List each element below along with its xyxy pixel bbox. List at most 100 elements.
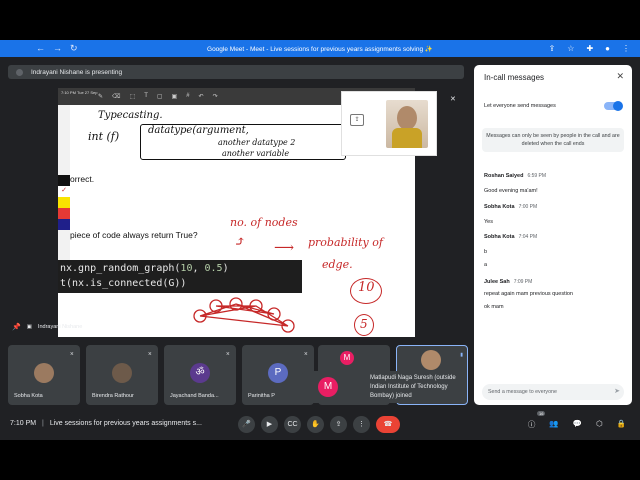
chat-message: Sobha Kota 7:00 PM Yes <box>484 195 624 225</box>
participant-name: Parinitha P <box>248 393 275 399</box>
present-screen-icon[interactable]: ▣ <box>27 324 32 330</box>
eraser-icon: ⌫ <box>112 94 121 100</box>
ink-typecasting: Typecasting. <box>98 110 163 121</box>
chat-notice: Messages can only be seen by people in t… <box>482 128 624 152</box>
back-icon[interactable]: ← <box>36 43 45 54</box>
message-text: ok mam <box>484 304 504 310</box>
people-icon[interactable]: 👥 <box>549 419 558 430</box>
more-options-icon[interactable]: ⋮ <box>353 416 370 433</box>
menu-icon[interactable]: ⋮ <box>622 44 630 53</box>
avatar <box>34 363 54 383</box>
participant-name: Birendra Rathour <box>92 393 134 399</box>
avatar: P <box>268 363 288 383</box>
captions-icon[interactable]: CC <box>284 416 301 433</box>
swatch-yellow <box>58 197 70 208</box>
join-notification: M Matlapudi Naga Suresh (outside Indian … <box>302 371 464 403</box>
undo-icon: ↶ <box>198 94 204 100</box>
join-text: Matlapudi Naga Suresh (outside Indian In… <box>370 375 456 399</box>
participant-name: Jayachand Banda... <box>170 393 219 399</box>
text-icon: T <box>144 93 148 99</box>
mic-off-icon: ⨯ <box>147 351 152 357</box>
redo-icon: ↷ <box>212 94 218 100</box>
code-block: nx.gnp_random_graph(10, 0.5) t(nx.is_con… <box>58 260 302 293</box>
participant-tile[interactable]: ⨯ Birendra Rathour <box>86 345 158 405</box>
avatar: M <box>340 351 354 365</box>
code-line-1: nx.gnp_random_graph(10, 0.5) <box>60 263 229 274</box>
avatar: ॐ <box>190 363 210 383</box>
mic-icon[interactable]: 🎤 <box>238 416 255 433</box>
ink-another-2: another variable <box>222 149 290 158</box>
message-text: b <box>484 249 488 255</box>
audio-icon: ▮ <box>460 352 463 358</box>
activities-icon[interactable]: ⬡ <box>596 419 603 430</box>
chat-input[interactable]: Send a message to everyone <box>482 384 624 400</box>
raise-hand-icon[interactable]: ✋ <box>307 416 324 433</box>
avatar <box>421 350 441 370</box>
browser-nav: ← → ↻ <box>36 43 78 54</box>
sender-name: Julee Sah <box>484 279 510 285</box>
present-icon[interactable]: ⇪ <box>350 114 364 126</box>
ink-another-1: another datatype 2 <box>218 138 296 147</box>
bookmark-icon[interactable]: ☆ <box>567 44 574 53</box>
separator: | <box>42 420 44 427</box>
participant-tile[interactable]: ॐ ⨯ Jayachand Banda... <box>164 345 236 405</box>
whiteboard-time: 7:10 PM Tue 27 Sep <box>61 90 98 95</box>
mic-off-icon: ⨯ <box>303 351 308 357</box>
allow-messages-label: Let everyone send messages <box>484 103 556 109</box>
ink-graph-drawing <box>193 297 295 333</box>
pin-icon[interactable]: 📌 <box>12 323 21 331</box>
send-icon[interactable]: ➤ <box>614 387 620 395</box>
ink-edge: edge. <box>322 258 353 271</box>
forward-icon[interactable]: → <box>53 43 62 54</box>
meet-area: Indrayani Nishane is presenting 7:10 PM … <box>0 57 640 440</box>
info-icon[interactable]: ⓘ <box>528 419 536 430</box>
mic-off-icon: ⨯ <box>225 351 230 357</box>
presenting-text: Indrayani Nishane is presenting <box>31 68 123 76</box>
chat-title: In-call messages <box>484 73 545 82</box>
chat-icon[interactable]: 💬 <box>573 419 582 430</box>
message-time: 6:59 PM <box>527 173 547 179</box>
sender-name: Sobha Kota <box>484 204 515 210</box>
participant-name: Sobha Kota <box>14 393 43 399</box>
allow-messages-toggle[interactable] <box>604 101 623 111</box>
end-call-button[interactable]: ☎ <box>376 416 400 433</box>
extensions-icon[interactable]: ✚ <box>586 44 593 53</box>
reload-icon[interactable]: ↻ <box>70 43 78 54</box>
share-icon[interactable]: ⇪ <box>549 44 556 53</box>
select-icon: ⬚ <box>129 94 136 100</box>
ink-int: int (f) <box>88 130 120 143</box>
message-time: 7:04 PM <box>518 234 538 240</box>
chat-message: Sobha Kota 7:04 PM b a <box>484 225 624 268</box>
meeting-title: Live sessions for previous years assignm… <box>49 420 202 427</box>
host-controls-icon[interactable]: 🔒 <box>617 419 626 430</box>
ink-five: 5 <box>360 317 368 331</box>
ink-probability: probability of <box>308 236 383 249</box>
tab-title: Google Meet - Meet - Live sessions for p… <box>207 45 433 53</box>
color-palette: ✓ <box>58 105 70 275</box>
ink-nodes: no. of nodes <box>230 216 298 229</box>
profile-icon[interactable]: ● <box>605 44 610 53</box>
swatch-black <box>58 175 70 186</box>
swatch-selected: ✓ <box>58 186 70 197</box>
presenting-banner: Indrayani Nishane is presenting <box>8 65 464 79</box>
participant-tile[interactable]: ⨯ Sobha Kota <box>8 345 80 405</box>
chat-message: Julee Sah 7:09 PM repeat again mam previo… <box>484 270 624 310</box>
ink-arrow-1: ⤴ <box>234 234 246 250</box>
message-text: repeat again mam previous question <box>484 291 573 297</box>
people-count-badge: 16 <box>537 411 546 416</box>
chat-message: Roshan Saiyed 6:59 PM Good evening ma'am! <box>484 164 624 194</box>
control-bar: 7:10 PM | Live sessions for previous yea… <box>0 411 640 440</box>
message-text: a <box>484 262 488 268</box>
camera-icon[interactable]: ▶ <box>261 416 278 433</box>
message-text: Good evening ma'am! <box>484 188 538 194</box>
sender-name: Roshan Saiyed <box>484 173 524 179</box>
close-icon[interactable]: ✕ <box>616 71 624 82</box>
slide-text-correct: orrect. <box>70 174 95 184</box>
presenter-video: ⇪ <box>341 91 437 156</box>
present-icon[interactable]: ⇪ <box>330 416 347 433</box>
grid-icon: # <box>186 93 190 99</box>
meeting-info: 7:10 PM | Live sessions for previous yea… <box>10 420 202 427</box>
presenter-name: Indrayani Nishane <box>37 324 83 330</box>
presenter-label: 📌 ▣ Indrayani Nishane <box>12 323 82 331</box>
call-controls: 🎤 ▶ CC ✋ ⇪ ⋮ ☎ <box>238 416 400 433</box>
